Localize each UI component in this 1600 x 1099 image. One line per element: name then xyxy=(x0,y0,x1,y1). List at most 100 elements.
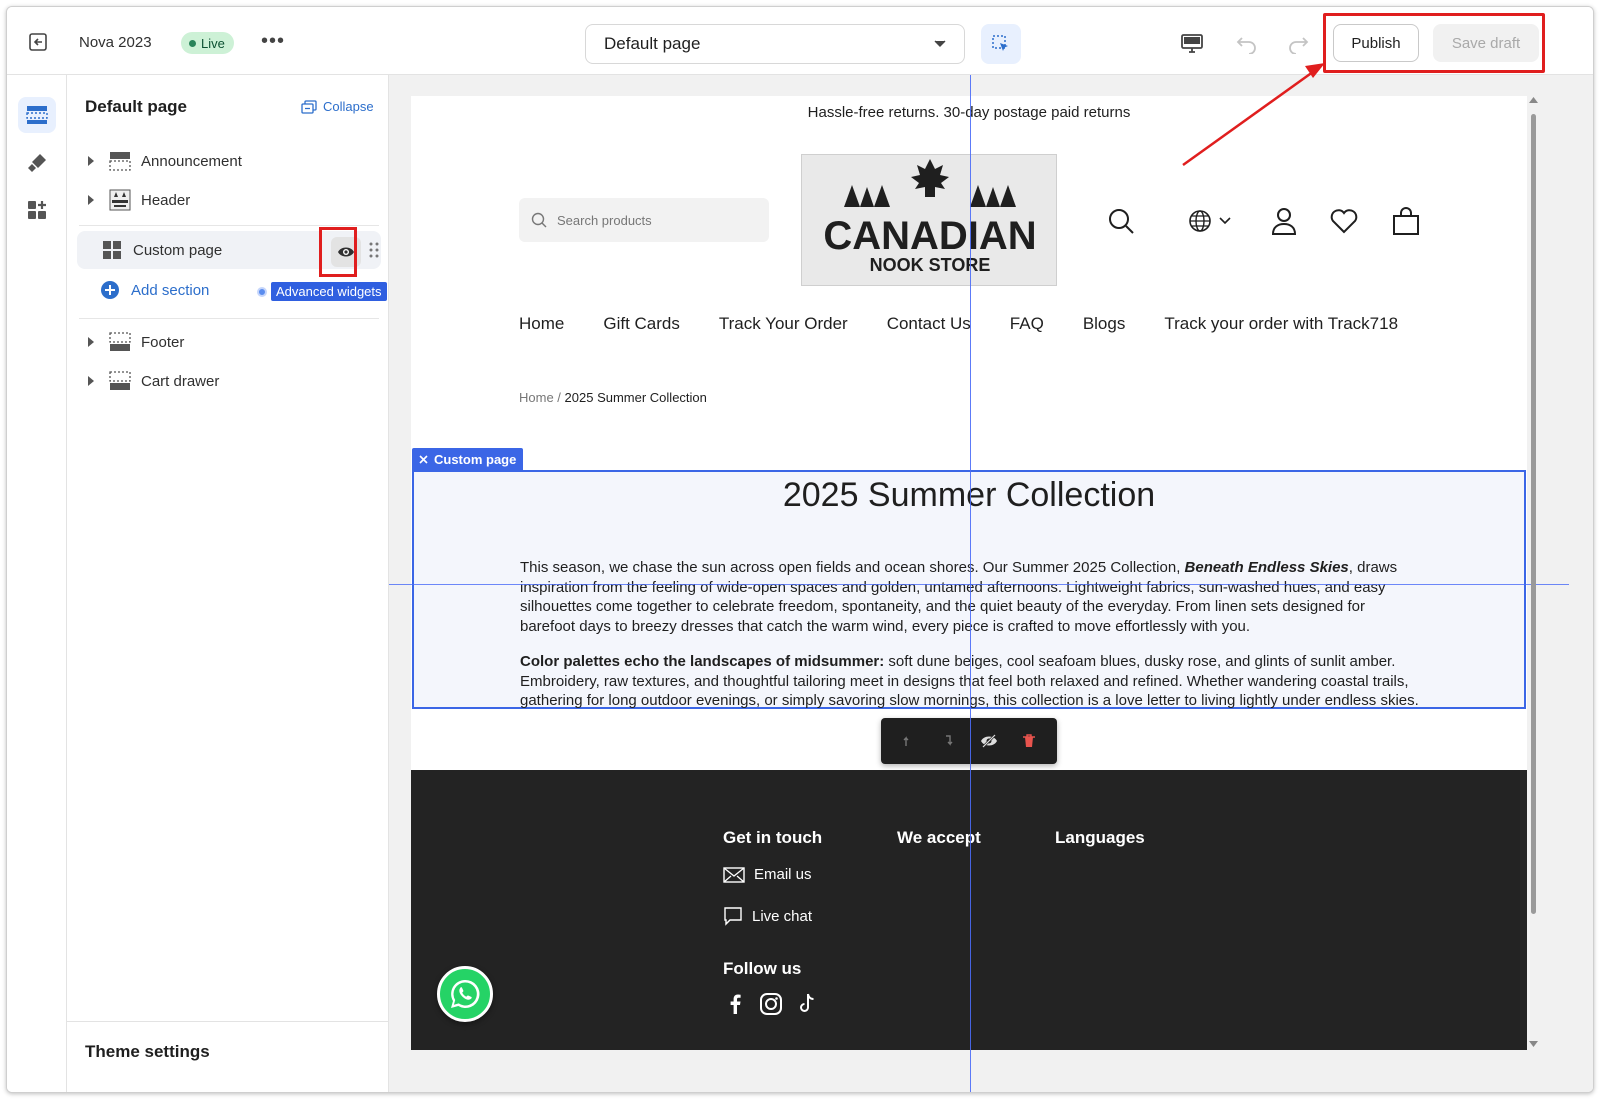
more-actions-button[interactable]: ••• xyxy=(261,31,285,51)
undo-icon[interactable] xyxy=(1232,29,1262,59)
store-logo-icon xyxy=(109,189,131,211)
theme-settings-footer: Theme settings xyxy=(67,1021,389,1092)
logo-text-sub: NOOK STORE xyxy=(870,255,991,275)
theme-settings-brush-icon[interactable] xyxy=(18,145,56,181)
annotation-arrow xyxy=(1182,63,1325,167)
cart-bag-icon[interactable] xyxy=(1389,204,1423,238)
paragraph-strong: Color palettes echo the landscapes of mi… xyxy=(520,653,885,670)
whatsapp-icon[interactable] xyxy=(437,966,493,1022)
theme-name: Nova 2023 xyxy=(79,34,152,51)
close-icon[interactable] xyxy=(419,454,428,464)
footer-heading-we-accept: We accept xyxy=(897,828,981,847)
grid-blocks-icon xyxy=(101,239,123,261)
nav-link-track-order[interactable]: Track Your Order xyxy=(719,314,848,334)
collapse-button[interactable]: Collapse xyxy=(301,99,374,114)
nav-link-home[interactable]: Home xyxy=(519,314,564,334)
move-up-icon[interactable] xyxy=(894,726,924,756)
sections-icon[interactable] xyxy=(18,97,56,133)
apps-icon[interactable] xyxy=(18,192,56,228)
drag-handle-icon[interactable] xyxy=(369,242,379,258)
caret-right-icon[interactable] xyxy=(83,192,99,208)
chevron-down-icon xyxy=(934,40,946,47)
divider xyxy=(79,225,379,226)
status-badge-label: Live xyxy=(201,35,225,51)
plus-circle-icon xyxy=(101,281,119,299)
caret-right-icon[interactable] xyxy=(83,153,99,169)
live-dot-icon xyxy=(189,39,196,47)
section-tag-label: Custom page xyxy=(434,451,517,467)
exit-icon[interactable] xyxy=(25,29,51,55)
page-selector-value: Default page xyxy=(604,34,701,53)
live-chat-label: Live chat xyxy=(752,907,813,925)
status-badge: Live xyxy=(181,32,234,54)
email-us-label: Email us xyxy=(754,866,812,883)
instagram-icon[interactable] xyxy=(759,992,783,1016)
section-label: Cart drawer xyxy=(141,372,220,390)
advanced-widgets-tag[interactable]: Advanced widgets xyxy=(257,282,387,301)
header-search-icon[interactable] xyxy=(1104,204,1138,238)
footer-heading-follow-us: Follow us xyxy=(723,959,802,978)
breadcrumb-separator: / xyxy=(553,390,565,405)
nav-link-faq[interactable]: FAQ xyxy=(1010,314,1044,334)
collapse-label: Collapse xyxy=(323,99,374,114)
section-row-header[interactable]: Header xyxy=(79,183,381,217)
horizontal-alignment-guide xyxy=(389,584,1569,585)
tiktok-icon[interactable] xyxy=(795,992,819,1016)
theme-editor-window: Nova 2023 Live ••• Default page Publish … xyxy=(6,6,1594,1093)
selected-section-tag[interactable]: Custom page xyxy=(412,448,524,470)
store-search-input[interactable]: Search products xyxy=(519,198,769,242)
section-layout-icon xyxy=(109,370,131,392)
footer-live-chat-link[interactable]: Live chat xyxy=(723,906,812,926)
nav-link-contact[interactable]: Contact Us xyxy=(887,314,971,334)
section-row-announcement[interactable]: Announcement xyxy=(79,144,381,178)
paragraph-text: This season, we chase the sun across ope… xyxy=(520,559,1185,576)
logo-text-main: CANADIAN xyxy=(823,214,1036,258)
divider xyxy=(79,318,379,319)
editor-rail xyxy=(7,75,67,1092)
inspector-select-icon[interactable] xyxy=(981,24,1021,64)
redo-icon[interactable] xyxy=(1283,29,1313,59)
caret-right-icon[interactable] xyxy=(83,334,99,350)
advanced-widgets-label: Advanced widgets xyxy=(271,282,387,301)
page-selector[interactable]: Default page xyxy=(585,24,965,64)
add-section-button[interactable]: Add section xyxy=(101,281,209,299)
section-layout-icon xyxy=(109,331,131,353)
custom-page-section[interactable]: 2025 Summer Collection This season, we c… xyxy=(412,470,1526,709)
breadcrumb-home[interactable]: Home xyxy=(519,390,554,405)
widget-dot-icon xyxy=(257,286,267,297)
section-floating-toolbar xyxy=(881,718,1057,764)
section-label: Custom page xyxy=(133,241,223,259)
add-section-label: Add section xyxy=(131,281,210,299)
account-icon[interactable] xyxy=(1267,204,1301,238)
move-down-icon[interactable] xyxy=(934,726,964,756)
preview-scrollbar[interactable] xyxy=(1528,96,1538,1050)
search-icon xyxy=(531,212,547,228)
mail-icon xyxy=(723,866,745,883)
nav-link-blogs[interactable]: Blogs xyxy=(1083,314,1126,334)
desktop-preview-icon[interactable] xyxy=(1177,29,1207,59)
hide-eye-icon[interactable] xyxy=(974,726,1004,756)
footer-email-link[interactable]: Email us xyxy=(723,866,812,883)
section-row-footer[interactable]: Footer xyxy=(79,325,381,359)
section-row-cart-drawer[interactable]: Cart drawer xyxy=(79,364,381,398)
collection-title: 2025 Summer Collection xyxy=(782,476,1156,514)
theme-settings-link[interactable]: Theme settings xyxy=(85,1042,210,1062)
store-logo[interactable]: CANADIAN NOOK STORE xyxy=(801,154,1057,286)
wishlist-heart-icon[interactable] xyxy=(1327,204,1361,238)
top-bar: Nova 2023 Live ••• Default page Publish … xyxy=(7,7,1593,75)
breadcrumb-current: 2025 Summer Collection xyxy=(564,390,707,405)
announcement-bar-text: Hassle-free returns. 30-day postage paid… xyxy=(807,104,1131,121)
storefront-preview: Hassle-free returns. 30-day postage paid… xyxy=(411,96,1527,1050)
paragraph-emphasis: Beneath Endless Skies xyxy=(1184,559,1349,576)
nav-link-track718[interactable]: Track your order with Track718 xyxy=(1164,314,1398,334)
section-layout-icon xyxy=(109,150,131,172)
nav-link-gift-cards[interactable]: Gift Cards xyxy=(603,314,680,334)
globe-language-icon[interactable] xyxy=(1187,204,1233,238)
highlight-box-eye xyxy=(319,227,357,277)
delete-icon[interactable] xyxy=(1014,726,1044,756)
panel-title: Default page xyxy=(85,97,188,116)
scroll-thumb[interactable] xyxy=(1531,114,1536,914)
caret-right-icon[interactable] xyxy=(83,373,99,389)
facebook-icon[interactable] xyxy=(723,992,747,1016)
collapse-icon xyxy=(301,99,317,114)
